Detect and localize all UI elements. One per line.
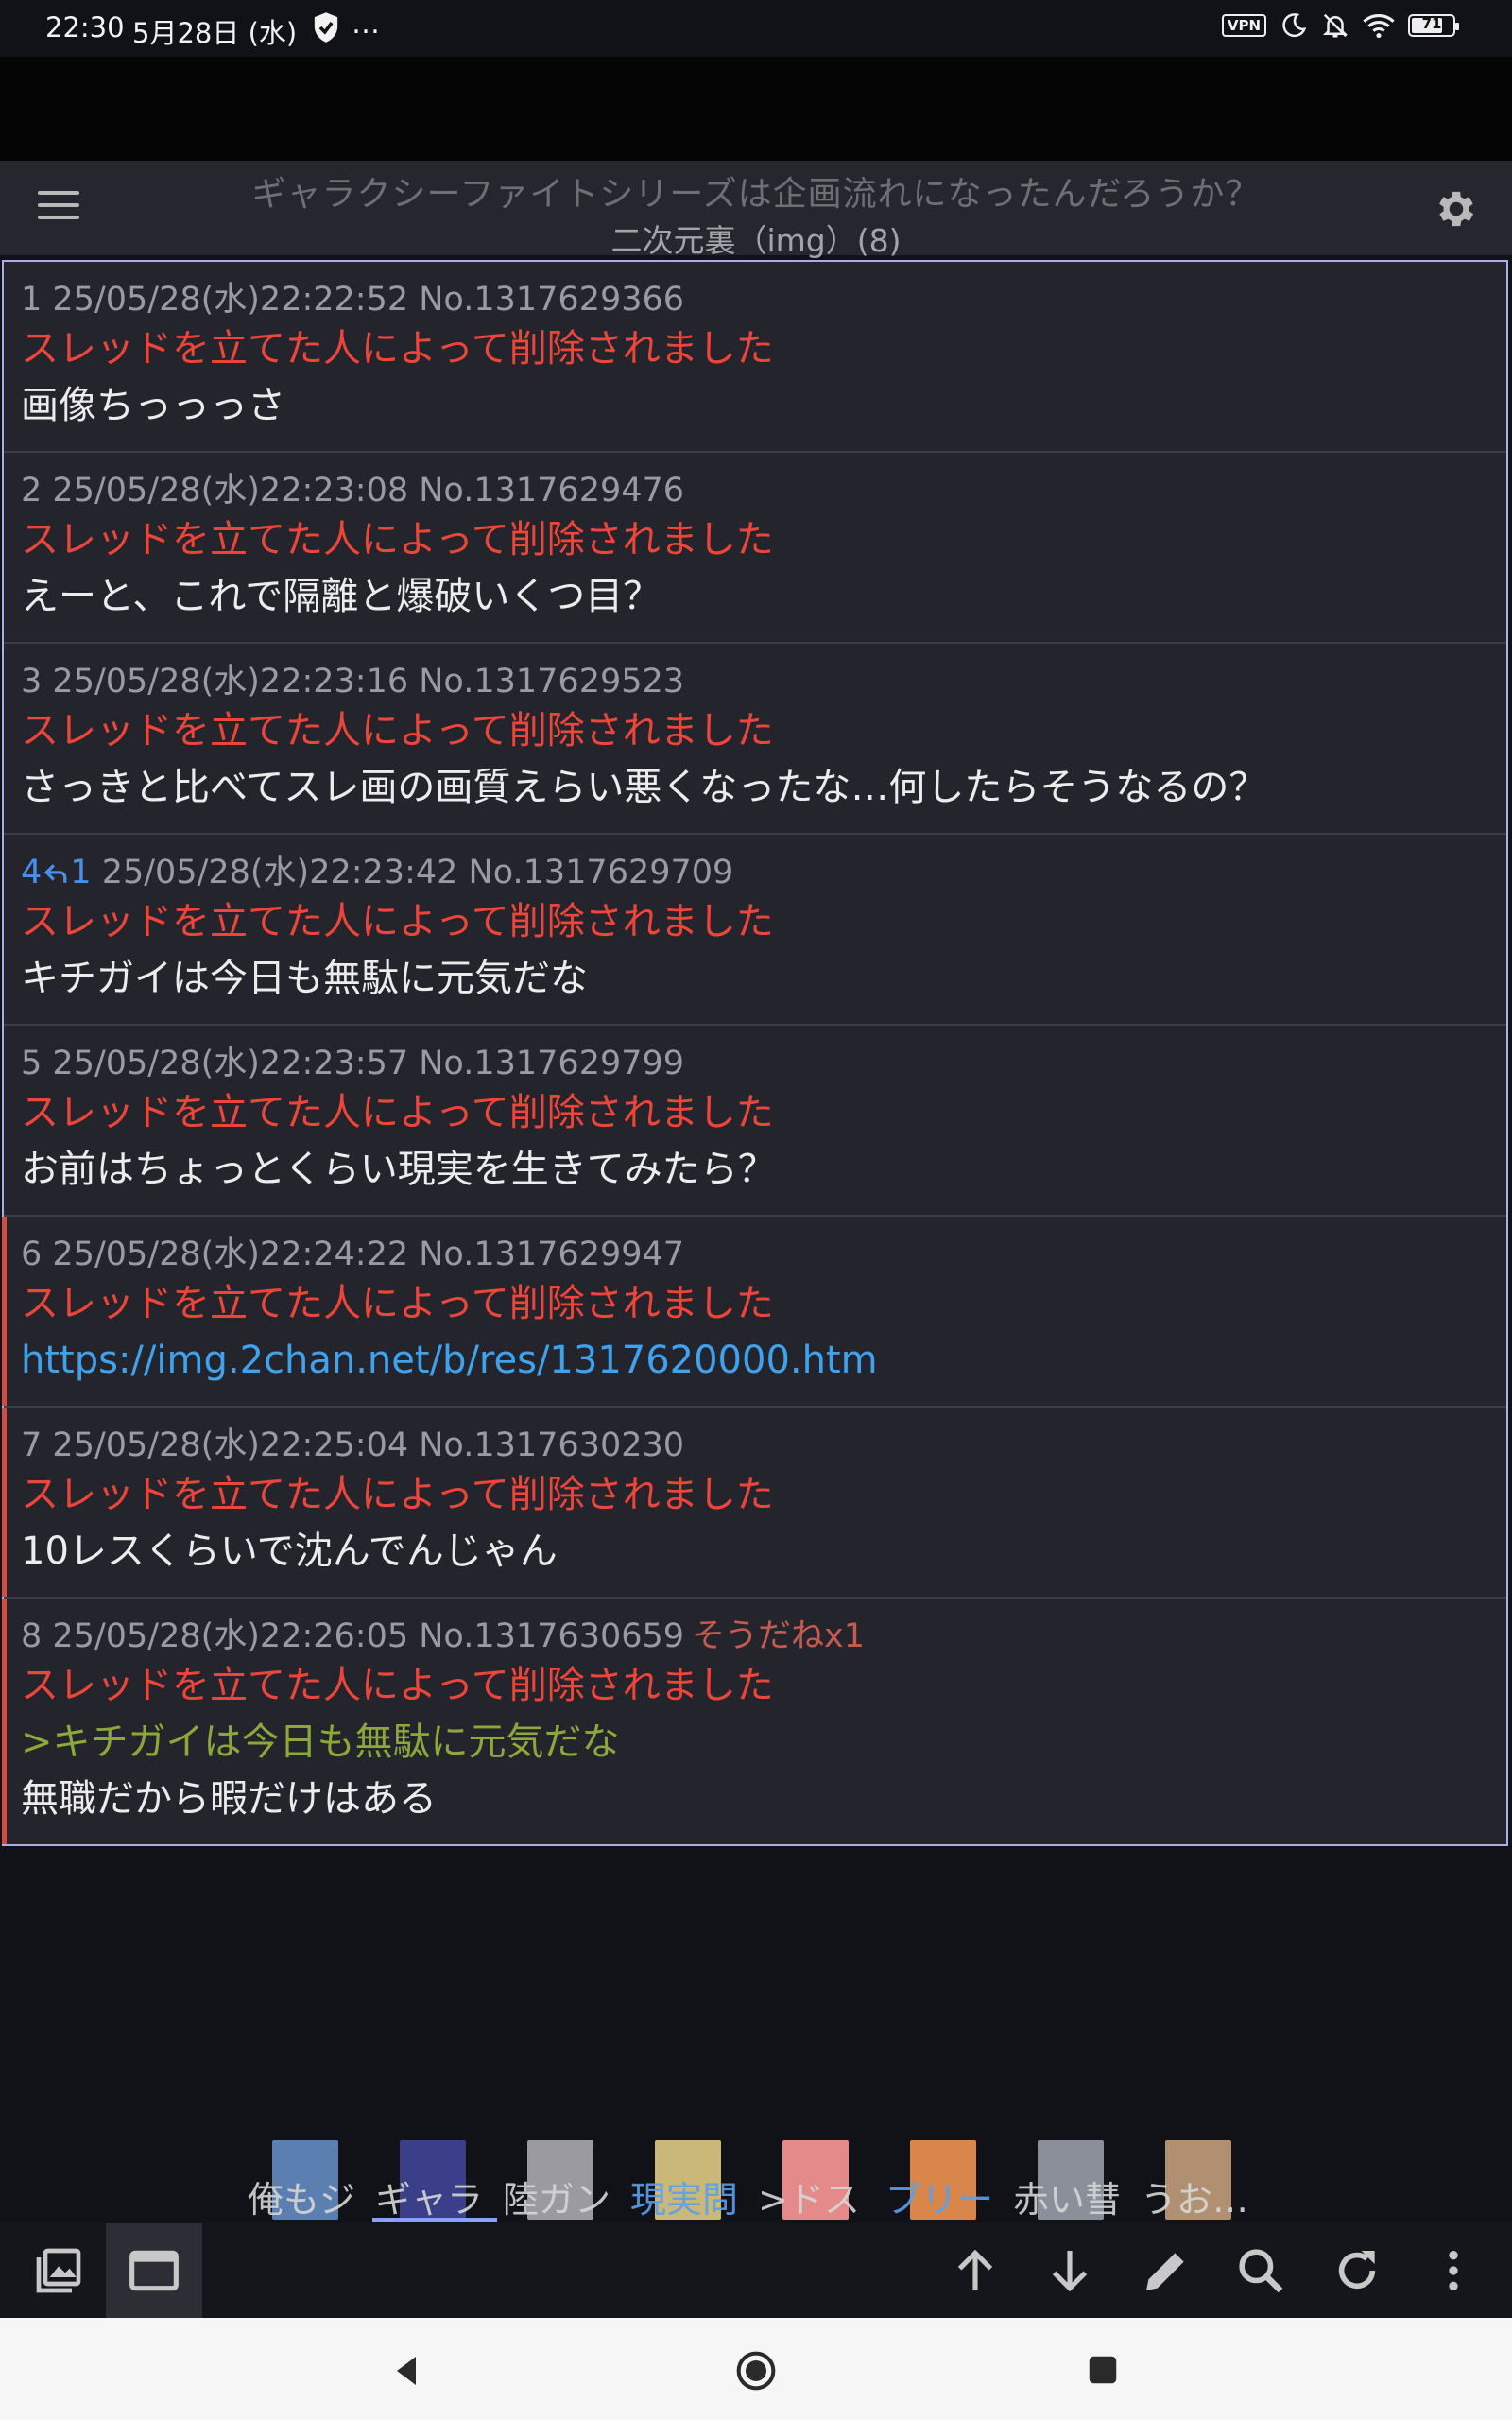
post-meta: 2 25/05/28(水)22:23:08 No.1317629476 (21, 472, 685, 510)
recents-icon[interactable] (1085, 2352, 1121, 2388)
vpn-icon: VPN (1221, 14, 1266, 37)
header-spacer (0, 57, 1512, 161)
reply-arrow-icon (44, 864, 67, 883)
status-time: 22:30 (45, 11, 125, 43)
deleted-notice: スレッドを立てた人によって削除されました (21, 1664, 774, 1707)
arrow-up-icon[interactable] (949, 2244, 1002, 2297)
system-nav-bar (0, 2318, 1512, 2420)
image-gallery-icon[interactable] (32, 2244, 85, 2297)
post-item[interactable]: 1 25/05/28(水)22:22:52 No.1317629366 スレッド… (4, 262, 1506, 453)
home-icon[interactable] (735, 2350, 777, 2392)
more-vert-icon[interactable] (1427, 2244, 1480, 2297)
reply-link[interactable]: 1 (70, 854, 91, 891)
battery-level: 71 (1421, 15, 1442, 32)
post-item[interactable]: 3 25/05/28(水)22:23:16 No.1317629523 スレッド… (4, 644, 1506, 835)
thread-tab[interactable]: うお… (1137, 2138, 1263, 2223)
post-body: 10レスくらいで沈んでんじゃん (21, 1530, 558, 1573)
status-more: … (352, 8, 380, 41)
post-body: お前はちょっとくらい現実を生きてみたら？ (21, 1148, 776, 1191)
post-item[interactable]: 6 25/05/28(水)22:24:22 No.1317629947 スレッド… (2, 1217, 1506, 1408)
post-meta: 8 25/05/28(水)22:26:05 No.1317630659 そうだねx… (21, 1617, 866, 1655)
wifi-icon (1363, 14, 1395, 39)
post-body: 無職だから暇だけはある (21, 1777, 437, 1821)
gear-icon[interactable] (1433, 185, 1480, 233)
deleted-notice: スレッドを立てた人によって削除されました (21, 1282, 774, 1325)
post-quote: >キチガイは今日も無駄に元気だな (21, 1720, 620, 1764)
post-item[interactable]: 7 25/05/28(水)22:25:04 No.1317630230 スレッド… (2, 1408, 1506, 1599)
thread-tab-label: 赤い彗 (1013, 2179, 1122, 2221)
refresh-icon[interactable] (1331, 2244, 1383, 2297)
thread-tab[interactable]: 陸ガン (499, 2138, 626, 2223)
arrow-down-icon[interactable] (1043, 2244, 1096, 2297)
thread-tab[interactable]: 赤い彗 (1009, 2138, 1136, 2223)
sodane-badge[interactable]: そうだねx1 (692, 1617, 865, 1655)
thread-tab[interactable]: ブリー (882, 2138, 1008, 2223)
post-meta: 41 25/05/28(水)22:23:42 No.1317629709 (21, 854, 734, 891)
moon-icon (1282, 13, 1307, 38)
active-tab-indicator (372, 2218, 497, 2222)
post-number: 3 (21, 663, 43, 700)
shield-icon (314, 12, 338, 43)
post-item[interactable]: 2 25/05/28(水)22:23:08 No.1317629476 スレッド… (4, 453, 1506, 644)
thread-tab[interactable]: 現実問 (627, 2138, 753, 2223)
post-meta: 6 25/05/28(水)22:24:22 No.1317629947 (21, 1236, 685, 1273)
thread-tab-label: >ドス (758, 2179, 860, 2221)
search-icon[interactable] (1234, 2244, 1287, 2297)
post-number: 6 (21, 1236, 43, 1273)
post-meta: 3 25/05/28(水)22:23:16 No.1317629523 (21, 663, 685, 700)
post-body: えーと、これで隔離と爆破いくつ目？ (21, 575, 662, 618)
thread-post-list: 1 25/05/28(水)22:22:52 No.1317629366 スレッド… (2, 260, 1508, 1846)
post-body: キチガイは今日も無駄に元気だな (21, 957, 588, 1000)
thread-tab-label: ギャラ (375, 2179, 484, 2221)
thread-tab[interactable]: 俺もジ (244, 2138, 370, 2223)
post-number: 4 (21, 854, 43, 891)
post-number: 8 (21, 1617, 43, 1655)
post-number: 7 (21, 1426, 43, 1464)
thread-tab-label: うお… (1141, 2179, 1249, 2221)
post-meta: 7 25/05/28(水)22:25:04 No.1317630230 (21, 1426, 685, 1464)
post-item[interactable]: 41 25/05/28(水)22:23:42 No.1317629709 スレッ… (4, 835, 1506, 1026)
bell-off-icon (1322, 13, 1349, 38)
post-body: 画像ちっっっさ (21, 384, 285, 427)
thread-tab-label: 陸ガン (503, 2179, 611, 2221)
thread-tab-active[interactable]: ギャラ (371, 2138, 498, 2223)
deleted-notice: スレッドを立てた人によって削除されました (21, 709, 774, 752)
window-icon[interactable] (128, 2244, 180, 2297)
thread-tab-label: 現実問 (630, 2179, 739, 2221)
post-item[interactable]: 5 25/05/28(水)22:23:57 No.1317629799 スレッド… (4, 1026, 1506, 1217)
status-date: 5月28日 (水) (132, 17, 298, 49)
deleted-notice: スレッドを立てた人によって削除されました (21, 1473, 774, 1516)
thread-tab-label: 俺もジ (248, 2179, 356, 2221)
post-meta: 1 25/05/28(水)22:22:52 No.1317629366 (21, 281, 685, 319)
thread-tabs: 俺もジ ギャラ 陸ガン 現実問 >ドス ブリー 赤い彗 うお… (244, 2138, 1266, 2223)
bottom-action-bar (0, 2223, 1512, 2318)
post-number: 1 (21, 281, 43, 319)
battery-icon: 71 (1408, 14, 1459, 37)
thread-tab-label: ブリー (885, 2179, 994, 2221)
back-icon[interactable] (387, 2352, 425, 2390)
post-number: 5 (21, 1045, 43, 1082)
thread-title: ギャラクシーファイトシリーズは企画流れになったんだろうか？ (251, 175, 1261, 214)
deleted-notice: スレッドを立てた人によって削除されました (21, 1091, 774, 1134)
post-item[interactable]: 8 25/05/28(水)22:26:05 No.1317630659 そうだねx… (2, 1599, 1506, 1844)
post-body: さっきと比べてスレ画の画質えらい悪くなったな…何したらそうなるの？ (21, 766, 1267, 809)
board-subtitle: 二次元裏（img）(8) (610, 222, 902, 259)
post-meta: 5 25/05/28(水)22:23:57 No.1317629799 (21, 1045, 685, 1082)
status-bar: 22:30 5月28日 (水) … VPN 71 (0, 0, 1512, 57)
app-toolbar: ギャラクシーファイトシリーズは企画流れになったんだろうか？ 二次元裏（img）(… (0, 161, 1512, 259)
deleted-notice: スレッドを立てた人によって削除されました (21, 327, 774, 371)
deleted-notice: スレッドを立てた人によって削除されました (21, 518, 774, 562)
thread-tab[interactable]: >ドス (754, 2138, 881, 2223)
post-number: 2 (21, 472, 43, 510)
deleted-notice: スレッドを立てた人によって削除されました (21, 900, 774, 943)
post-link[interactable]: https://img.2chan.net/b/res/1317620000.h… (21, 1332, 1506, 1389)
pencil-icon[interactable] (1140, 2244, 1193, 2297)
